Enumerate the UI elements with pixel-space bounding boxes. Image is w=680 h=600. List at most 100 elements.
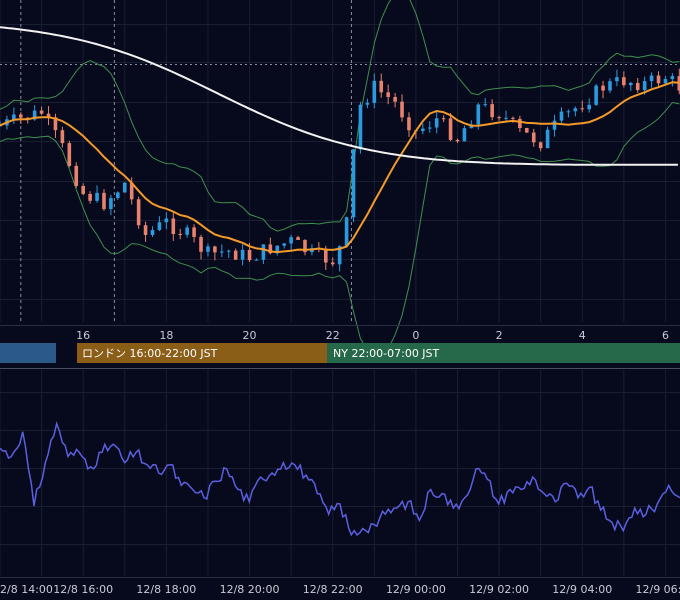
candle-body bbox=[476, 104, 481, 125]
datetime-tick-label: 2/8 14:00 bbox=[0, 583, 53, 596]
hour-tick-label: 18 bbox=[159, 329, 173, 342]
chart-canvas: 16 18 20 22 0 2 4 6 ロンドン 16:00-22:00 JST NY 22:… bbox=[0, 0, 680, 600]
candle-body bbox=[566, 111, 571, 113]
hour-tick-label: 2 bbox=[496, 329, 503, 342]
candle-body bbox=[240, 249, 245, 260]
candle-body bbox=[663, 79, 668, 84]
candle-body bbox=[531, 132, 536, 143]
candle-body bbox=[497, 117, 501, 119]
ny-session-label: NY 22:00-07:00 JST bbox=[333, 347, 440, 360]
candle-body bbox=[192, 227, 196, 237]
hour-tick-label: 4 bbox=[579, 329, 586, 342]
candle-body bbox=[136, 199, 141, 226]
candle-body bbox=[559, 111, 564, 121]
candle-body bbox=[545, 129, 550, 149]
candle-body bbox=[351, 149, 356, 218]
candle-body bbox=[393, 97, 397, 102]
candle-body bbox=[143, 225, 148, 235]
candle-body bbox=[455, 139, 460, 142]
candle-body bbox=[601, 85, 605, 91]
datetime-tick-label: 12/8 22:00 bbox=[303, 583, 363, 596]
candle-body bbox=[635, 82, 640, 91]
candle-body bbox=[608, 81, 612, 91]
candle-body bbox=[421, 128, 425, 132]
candle-body bbox=[490, 104, 494, 118]
hour-tick-label: 20 bbox=[243, 329, 257, 342]
candle-body bbox=[206, 246, 210, 252]
candle-body bbox=[95, 192, 99, 201]
candle-body bbox=[615, 77, 619, 82]
datetime-tick-label: 12/9 00:00 bbox=[386, 583, 446, 596]
tokyo-session-band bbox=[0, 343, 56, 363]
candle-body bbox=[157, 222, 162, 230]
candle-body bbox=[538, 142, 543, 149]
candle-body bbox=[483, 104, 488, 106]
candle-body bbox=[282, 243, 286, 246]
candle-body bbox=[122, 182, 127, 193]
candle-body bbox=[116, 192, 120, 199]
candle-body bbox=[18, 114, 23, 118]
candle-body bbox=[102, 192, 106, 210]
candle-body bbox=[164, 218, 169, 223]
london-session-label: ロンドン 16:00-22:00 JST bbox=[82, 347, 218, 360]
candle-body bbox=[587, 104, 591, 110]
candle-body bbox=[427, 127, 432, 129]
candle-body bbox=[220, 251, 224, 253]
datetime-tick-labels: 2/8 14:00 12/8 16:00 12/8 18:00 12/8 20:00 1… bbox=[0, 583, 680, 596]
candle-body bbox=[518, 118, 522, 129]
candle-body bbox=[323, 248, 328, 263]
datetime-tick-label: 12/8 20:00 bbox=[220, 583, 280, 596]
candle-body bbox=[441, 118, 446, 120]
candle-body bbox=[628, 82, 633, 86]
candle-body bbox=[109, 198, 113, 210]
datetime-tick-label: 12/8 16:00 bbox=[53, 583, 113, 596]
candle-body bbox=[434, 118, 439, 128]
hour-tick-label: 0 bbox=[412, 329, 419, 342]
datetime-tick-label: 12/9 04:00 bbox=[552, 583, 612, 596]
candle-body bbox=[254, 259, 259, 261]
candle-body bbox=[330, 262, 335, 265]
candle-body bbox=[656, 75, 661, 84]
candle-body bbox=[372, 80, 377, 103]
candle-body bbox=[261, 244, 266, 260]
datetime-tick-label: 12/9 02:00 bbox=[469, 583, 529, 596]
candle-body bbox=[379, 80, 384, 93]
candle-body bbox=[296, 237, 300, 240]
candle-body bbox=[525, 128, 529, 133]
candle-body bbox=[199, 236, 203, 252]
candle-body bbox=[185, 227, 189, 235]
candle-body bbox=[504, 117, 508, 119]
candle-body bbox=[358, 104, 363, 150]
hour-tick-label: 16 bbox=[76, 329, 90, 342]
candle-body bbox=[171, 218, 176, 235]
candle-body bbox=[178, 234, 183, 236]
candle-body bbox=[365, 102, 370, 105]
candle-body bbox=[67, 143, 72, 166]
candle-body bbox=[150, 229, 155, 235]
candle-body bbox=[511, 117, 515, 119]
candle-body bbox=[213, 246, 217, 253]
candle-body bbox=[344, 217, 349, 247]
candle-body bbox=[670, 76, 675, 80]
candle-body bbox=[622, 77, 626, 86]
candle-body bbox=[448, 118, 453, 140]
candle-body bbox=[60, 130, 65, 144]
hour-tick-label: 22 bbox=[326, 329, 340, 342]
candle-body bbox=[649, 75, 654, 82]
candle-body bbox=[233, 250, 238, 260]
candle-body bbox=[580, 108, 585, 110]
hour-tick-label: 6 bbox=[662, 329, 669, 342]
candle-body bbox=[289, 237, 293, 244]
candle-body bbox=[74, 165, 79, 186]
candle-body bbox=[81, 185, 85, 194]
candle-body bbox=[462, 128, 467, 142]
candle-body bbox=[400, 101, 404, 118]
candle-body bbox=[12, 114, 16, 120]
session-bar: ロンドン 16:00-22:00 JST NY 22:00-07:00 JST bbox=[0, 343, 680, 363]
candle-body bbox=[573, 108, 578, 112]
candle-body bbox=[247, 249, 252, 261]
datetime-tick-label: 12/8 18:00 bbox=[136, 583, 196, 596]
candle-body bbox=[88, 193, 92, 201]
datetime-tick-label: 12/9 06:00 bbox=[635, 583, 680, 596]
candle-body bbox=[594, 85, 598, 105]
